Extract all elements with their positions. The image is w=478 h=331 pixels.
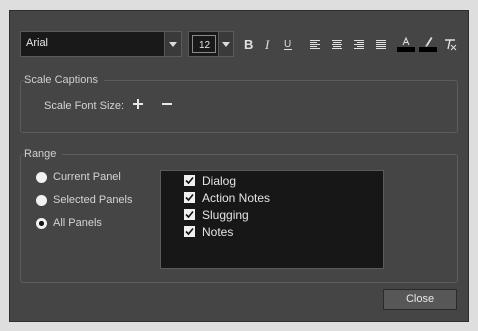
checkmark-icon xyxy=(185,210,194,219)
caption-type-list[interactable]: Dialog Action Notes Slugging Notes xyxy=(160,170,384,269)
bold-icon[interactable]: B xyxy=(240,35,258,53)
checkmark-icon xyxy=(185,227,194,236)
font-family-dropdown-button[interactable] xyxy=(164,32,181,56)
font-family-select[interactable]: Arial xyxy=(20,31,182,57)
clear-format-icon[interactable] xyxy=(441,35,459,53)
action-notes-checkbox[interactable] xyxy=(184,192,195,203)
caption-format-dialog: Arial 12 B I U Scale Captions Scale Font… xyxy=(9,10,469,322)
chevron-down-icon xyxy=(222,42,230,47)
scale-font-size-label: Scale Font Size: xyxy=(44,100,125,112)
scale-captions-title: Scale Captions xyxy=(24,74,104,86)
notes-checkbox[interactable] xyxy=(184,226,195,237)
font-family-value: Arial xyxy=(26,37,49,49)
align-right-icon[interactable] xyxy=(350,35,368,53)
highlight-color-icon[interactable] xyxy=(418,34,438,54)
range-title: Range xyxy=(24,148,63,160)
current-panel-label[interactable]: Current Panel xyxy=(53,171,121,183)
notes-label: Notes xyxy=(202,225,234,239)
current-panel-radio[interactable] xyxy=(36,172,47,183)
slugging-label: Slugging xyxy=(202,208,249,222)
dialog-label: Dialog xyxy=(202,174,237,188)
minus-icon xyxy=(162,103,172,105)
decrease-font-size-button[interactable] xyxy=(159,96,175,112)
font-size-field[interactable]: 12 xyxy=(192,35,216,53)
italic-icon[interactable]: I xyxy=(260,35,278,53)
font-size-select[interactable]: 12 xyxy=(188,31,234,57)
font-size-value: 12 xyxy=(199,40,211,51)
slugging-checkbox[interactable] xyxy=(184,209,195,220)
svg-text:I: I xyxy=(264,37,270,52)
action-notes-label: Action Notes xyxy=(202,191,271,205)
close-button[interactable]: Close xyxy=(383,289,457,310)
dialog-checkbox[interactable] xyxy=(184,175,195,186)
selected-panels-label[interactable]: Selected Panels xyxy=(53,194,133,206)
justify-icon[interactable] xyxy=(372,35,390,53)
selected-panels-radio[interactable] xyxy=(36,195,47,206)
all-panels-label[interactable]: All Panels xyxy=(53,217,102,229)
font-size-dropdown-button[interactable] xyxy=(218,32,233,56)
align-center-icon[interactable] xyxy=(328,35,346,53)
underline-icon[interactable]: U xyxy=(280,35,298,53)
svg-text:U: U xyxy=(284,39,291,50)
text-color-icon[interactable] xyxy=(396,34,416,54)
increase-font-size-button[interactable] xyxy=(130,96,146,112)
all-panels-radio[interactable] xyxy=(36,218,47,229)
plus-icon xyxy=(133,99,143,109)
svg-text:B: B xyxy=(244,37,253,52)
checkmark-icon xyxy=(185,193,194,202)
chevron-down-icon xyxy=(169,42,177,47)
align-left-icon[interactable] xyxy=(306,35,324,53)
checkmark-icon xyxy=(185,176,194,185)
